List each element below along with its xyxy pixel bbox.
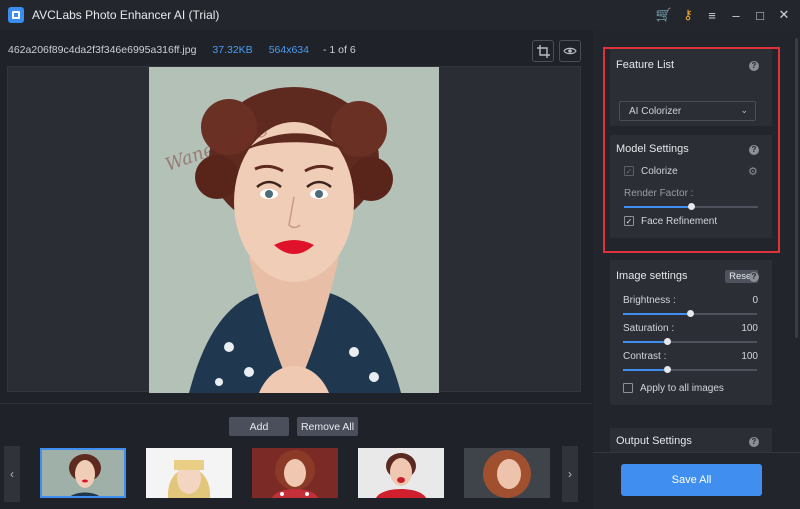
slider-fill [623, 369, 668, 371]
thumbnail-item[interactable] [252, 448, 338, 498]
slider-knob[interactable] [687, 310, 694, 317]
thumbnail-strip: ‹ › [4, 446, 584, 502]
brightness-label: Brightness : [623, 295, 676, 306]
file-name: 462a206f89c4da2f3f346e6995a316ff.jpg [8, 44, 197, 56]
saturation-label: Saturation : [623, 323, 675, 334]
preview-toggle-button[interactable] [559, 40, 581, 62]
image-settings-section: Image settings Reset ? Brightness : 0 Sa… [610, 260, 772, 405]
app-logo-icon [8, 7, 24, 23]
thumbnail-item[interactable] [464, 448, 550, 498]
output-settings-title: Output Settings [616, 435, 692, 447]
slider-knob[interactable] [664, 366, 672, 373]
maximize-icon[interactable]: □ [748, 8, 772, 23]
cart-icon[interactable]: 🛒 [652, 7, 676, 23]
slider-fill [623, 313, 690, 315]
save-all-button[interactable]: Save All [621, 464, 762, 496]
panel-scrollbar[interactable] [795, 38, 798, 338]
image-settings-title: Image settings [616, 270, 688, 282]
remove-all-button[interactable]: Remove All [297, 417, 358, 436]
apply-all-label: Apply to all images [640, 383, 724, 394]
thumbnail-item[interactable] [40, 448, 126, 498]
file-info-bar: 462a206f89c4da2f3f346e6995a316ff.jpg 37.… [0, 38, 590, 62]
contrast-slider[interactable] [623, 366, 757, 373]
add-button[interactable]: Add [229, 417, 289, 436]
crop-icon [536, 44, 550, 58]
thumbnail-item[interactable] [146, 448, 232, 498]
file-dimensions: 564x634 [268, 44, 309, 56]
thumbnail-item[interactable] [358, 448, 444, 498]
key-icon[interactable]: ⚷ [676, 7, 700, 23]
main-photo: WaneneyPC [149, 67, 439, 393]
slider-fill [623, 341, 668, 343]
eye-icon [563, 47, 577, 55]
thumbnails-next-button[interactable]: › [562, 446, 578, 502]
divider [0, 403, 592, 404]
image-viewer[interactable]: WaneneyPC [7, 66, 581, 393]
brightness-slider[interactable] [623, 310, 757, 317]
contrast-value: 100 [741, 351, 758, 362]
brightness-value: 0 [752, 295, 758, 306]
highlight-frame [603, 47, 780, 253]
help-icon[interactable]: ? [749, 437, 759, 447]
contrast-label: Contrast : [623, 351, 667, 362]
help-icon[interactable]: ? [749, 272, 759, 282]
output-settings-section: Output Settings ? [610, 428, 772, 452]
file-size: 37.32KB [212, 44, 253, 56]
title-bar: AVCLabs Photo Enhancer AI (Trial) 🛒 ⚷ ≡ … [0, 0, 800, 30]
close-icon[interactable]: ✕ [772, 7, 796, 23]
file-index: - 1 of 6 [323, 44, 356, 56]
menu-icon[interactable]: ≡ [700, 8, 724, 23]
chevron-left-icon: ‹ [10, 467, 14, 481]
saturation-slider[interactable] [623, 338, 757, 345]
app-title: AVCLabs Photo Enhancer AI (Trial) [32, 8, 220, 22]
apply-all-checkbox[interactable] [623, 383, 633, 393]
divider [593, 452, 800, 453]
saturation-value: 100 [741, 323, 758, 334]
chevron-right-icon: › [568, 467, 572, 481]
crop-button[interactable] [532, 40, 554, 62]
slider-knob[interactable] [664, 338, 672, 345]
minimize-icon[interactable]: – [724, 8, 748, 23]
window-controls: 🛒 ⚷ ≡ – □ ✕ [652, 0, 796, 30]
thumbnails-prev-button[interactable]: ‹ [4, 446, 20, 502]
